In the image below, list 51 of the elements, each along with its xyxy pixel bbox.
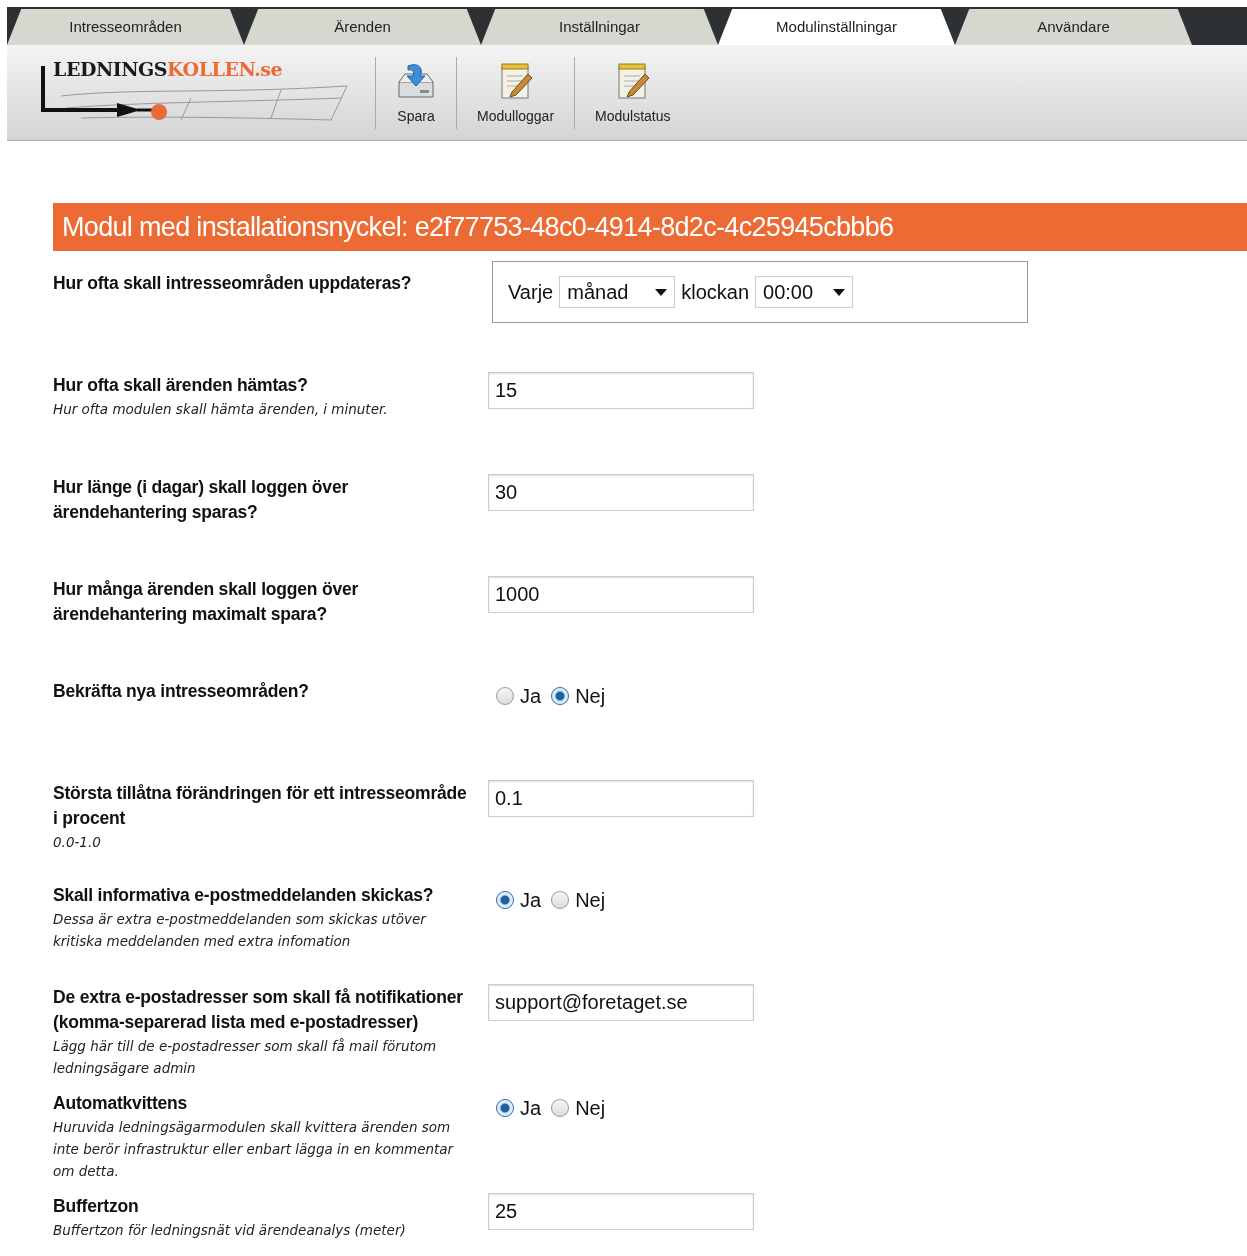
schedule-text: klockan <box>681 280 750 305</box>
input-field[interactable]: 1000 <box>488 576 754 613</box>
setting-hint: Hur ofta modulen skall hämta ärenden, i minuter. <box>53 400 389 419</box>
setting-label: Hur ofta skall ärenden hämtas? <box>53 374 309 397</box>
panel-title: Modul med installationsnyckel: e2f77753-48c0-4914-8d2c-4c25945cbbb6 <box>53 203 1247 251</box>
radio-button[interactable] <box>496 1099 514 1117</box>
tab[interactable]: Inställningar <box>481 9 718 45</box>
logo-text: LEDNINGSKOLLEN.se <box>53 59 283 79</box>
caret-icon <box>655 288 668 296</box>
setting-label: Bekräfta nya intresseområden? <box>53 680 310 703</box>
radio-label: Nej <box>575 684 606 709</box>
toolbar-button[interactable]: Modulstatus <box>575 54 691 131</box>
setting-label: De extra e-postadresser som skall få notifikationer (komma-separerad lista med e-postadresser) <box>53 986 464 1034</box>
setting-label: Hur många ärenden skall loggen över ärendehantering maximalt spara? <box>53 578 360 626</box>
input-field[interactable]: 15 <box>488 372 754 409</box>
caret-icon <box>833 288 846 296</box>
setting-label: Skall informativa e-postmeddelanden skickas? <box>53 884 435 907</box>
setting-label: Hur ofta skall intresseområden uppdateras? <box>53 272 413 295</box>
radio-label: Ja <box>520 888 542 913</box>
tab[interactable]: Modulinställningar <box>718 9 955 45</box>
radio-label: Nej <box>575 1096 606 1121</box>
toolbar-button[interactable]: Spara <box>376 54 456 131</box>
radio-button[interactable] <box>551 891 570 909</box>
setting-hint: Dessa är extra e-postmeddelanden som skickas utöver kritiska meddelanden med extra infomation <box>53 910 428 951</box>
radio-button[interactable] <box>551 1099 570 1117</box>
radio-label: Nej <box>575 888 606 913</box>
radio-button[interactable] <box>496 891 514 909</box>
tab[interactable]: Intresseområden <box>7 9 244 45</box>
toolbar-button[interactable]: Modulloggar <box>457 54 575 131</box>
save-icon <box>396 61 436 100</box>
input-field[interactable]: 25 <box>488 1193 754 1230</box>
setting-label: Hur länge (i dagar) skall loggen över ärendehantering sparas? <box>53 476 350 524</box>
dropdown[interactable]: 00:00 <box>755 276 854 308</box>
input-field[interactable]: support@foretaget.se <box>488 984 754 1021</box>
dropdown[interactable]: månad <box>559 276 676 308</box>
setting-hint: 0.0-1.0 <box>53 833 102 852</box>
input-field[interactable]: 30 <box>488 474 754 511</box>
radio-button[interactable] <box>551 687 570 705</box>
setting-label: Buffertzon <box>53 1195 140 1218</box>
tab[interactable]: Användare <box>955 9 1192 45</box>
tab[interactable]: Ärenden <box>244 9 481 45</box>
radio-label: Ja <box>520 1096 542 1121</box>
radio-button[interactable] <box>496 687 514 705</box>
setting-hint: Buffertzon för ledningsnät vid ärendeanalys (meter) <box>53 1221 407 1240</box>
setting-hint: Huruvida ledningsägarmodulen skall kvittera ärenden som inte berör infrastruktur eller enbart lägga in en kommentar om detta. <box>53 1118 455 1181</box>
schedule-text: Varje <box>508 280 554 305</box>
setting-hint: Lägg här till de e-postadresser som skall få mail förutom ledningsägare admin <box>53 1037 438 1078</box>
input-field[interactable]: 0.1 <box>488 780 754 817</box>
setting-label: Automatkvittens <box>53 1092 189 1115</box>
setting-label: Största tillåtna förändringen för ett intresseområde i procent <box>53 782 468 830</box>
radio-label: Ja <box>520 684 542 709</box>
